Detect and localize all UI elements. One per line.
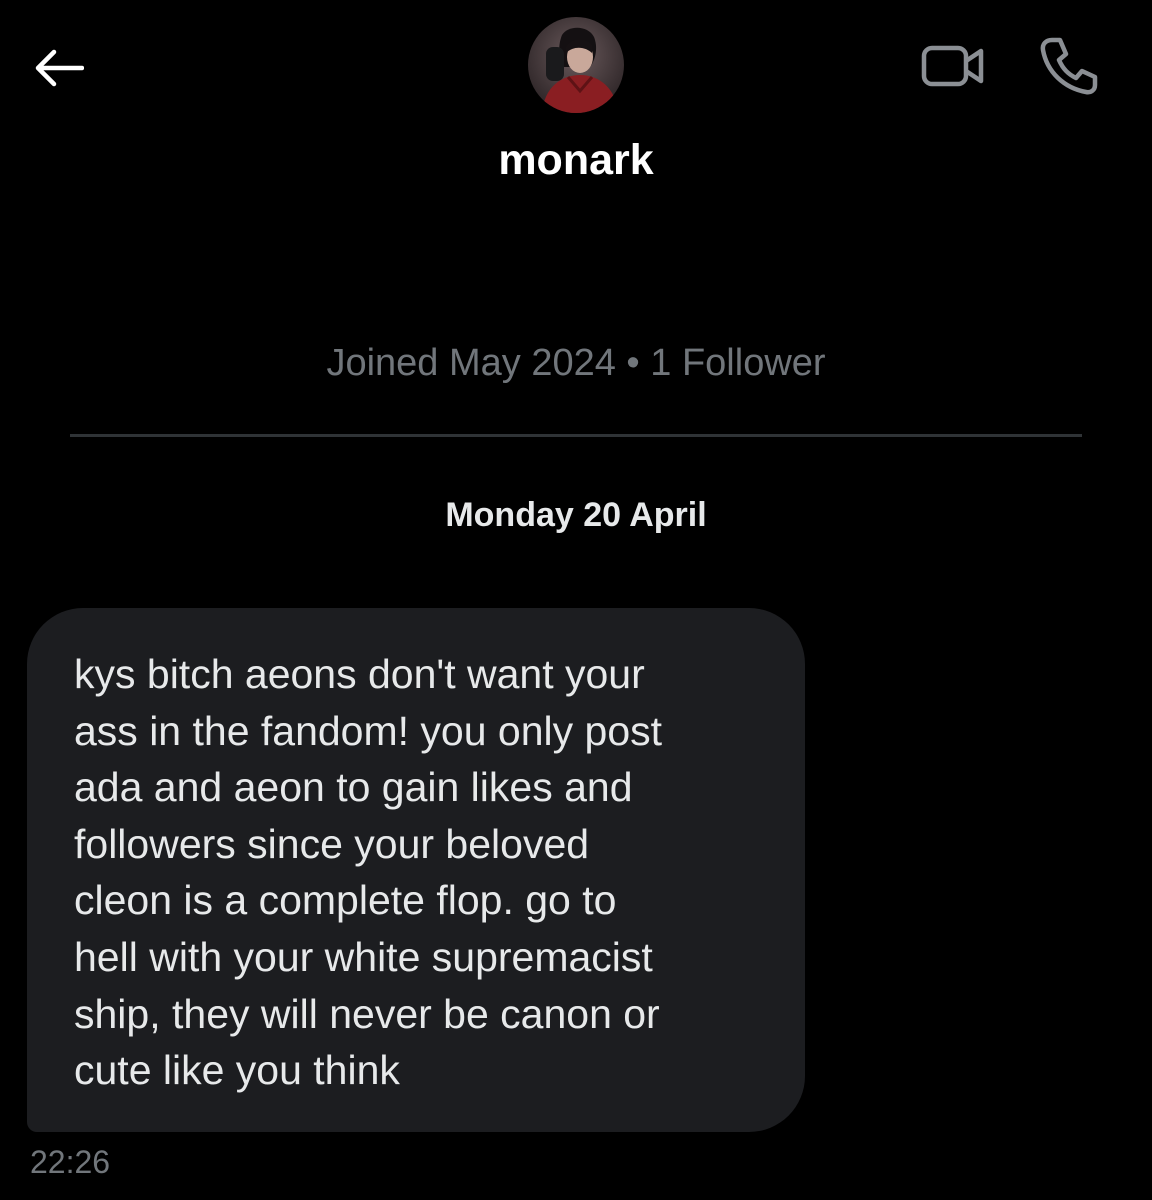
date-separator: Monday 20 April <box>445 496 707 534</box>
voice-call-button[interactable] <box>1032 32 1104 100</box>
back-button[interactable] <box>28 38 88 98</box>
message-bubble[interactable]: kys bitch aeons don't want your ass in t… <box>27 608 805 1132</box>
profile-meta: Joined May 2024 • 1 Follower <box>326 342 826 384</box>
phone-icon <box>1040 37 1098 95</box>
display-name[interactable]: monark <box>0 130 1152 190</box>
avatar-image <box>528 17 624 113</box>
arrow-left-icon <box>35 49 84 87</box>
video-call-button[interactable] <box>914 36 992 96</box>
video-camera-icon <box>921 45 984 87</box>
divider <box>70 434 1082 437</box>
avatar[interactable] <box>528 17 624 113</box>
message-text: kys bitch aeons don't want your ass in t… <box>74 651 663 1094</box>
message-timestamp: 22:26 <box>30 1144 111 1180</box>
